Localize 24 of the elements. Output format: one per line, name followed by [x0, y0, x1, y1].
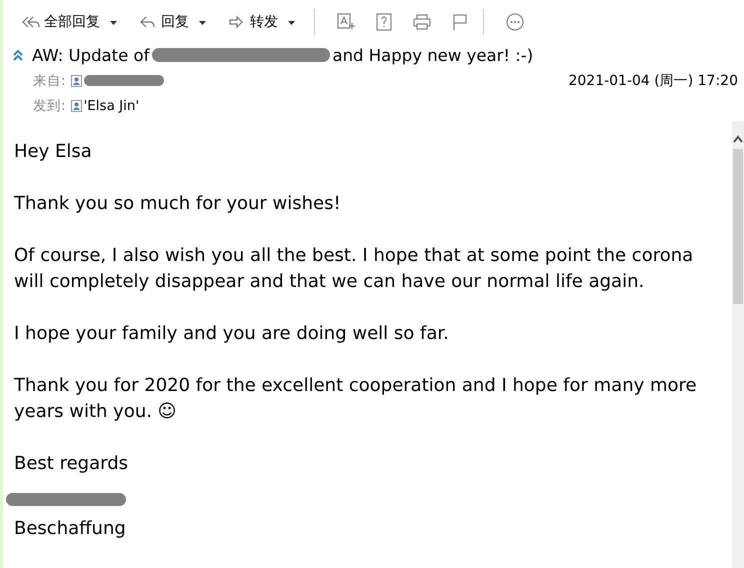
body-paragraph: Thank you for 2020 for the excellent cooperation and I hope for many more years with you. ☺	[14, 374, 698, 424]
signature-text: Beschaffung	[14, 517, 127, 541]
subject-text: AW: Update of	[32, 46, 150, 65]
contact-icon	[70, 74, 82, 87]
collapse-icon[interactable]	[12, 49, 24, 62]
print-icon[interactable]	[412, 12, 432, 32]
body-paragraph: Of course, I also wish you all the best. I hope that at some point the corona will completely disappear and that we can have our normal life again.	[14, 244, 694, 294]
from-label: 来自:	[33, 72, 66, 90]
reply-all-button[interactable]: 全部回复	[17, 11, 122, 34]
scroll-up-icon[interactable]	[733, 135, 743, 143]
subject-text: and Happy new year! :-)	[332, 46, 534, 65]
body-paragraph: Thank you so much for your wishes!	[14, 192, 342, 216]
body-paragraph: Hey Elsa	[14, 140, 93, 164]
date-text: 2021-01-04 (周一) 17:20	[568, 72, 738, 90]
reply-button[interactable]: 回复	[134, 11, 211, 34]
body-paragraph: Best regards	[14, 452, 130, 476]
body-paragraph: I hope your family and you are doing well so far.	[14, 322, 450, 346]
recipient-name: 'Elsa Jin'	[84, 98, 140, 114]
forward-button[interactable]: 转发	[223, 11, 300, 34]
to-label: 发到:	[33, 96, 66, 115]
more-icon[interactable]	[505, 12, 525, 32]
scrollbar[interactable]	[732, 121, 744, 568]
help-icon[interactable]	[374, 12, 394, 32]
contact-icon	[70, 100, 82, 112]
